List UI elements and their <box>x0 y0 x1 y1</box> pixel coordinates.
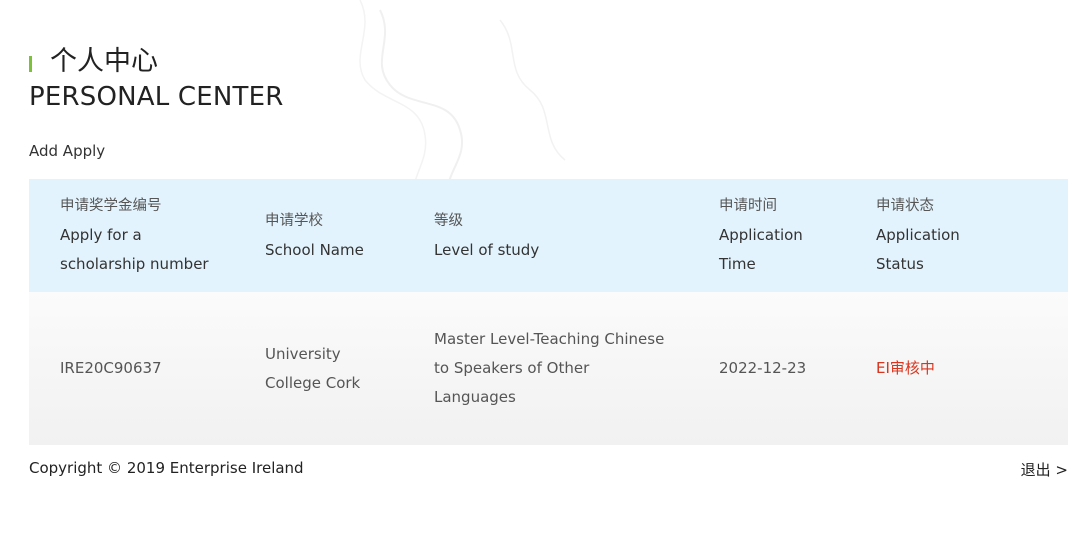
cell-status: EI审核中 <box>876 292 1026 445</box>
column-header-en: Time <box>719 255 756 273</box>
column-header-en: Level of study <box>434 240 540 259</box>
page-title-en: PERSONAL CENTER <box>29 82 284 112</box>
column-header-en: Application <box>876 226 960 244</box>
copyright-text: Copyright © 2019 Enterprise Ireland <box>29 459 304 477</box>
status-badge: EI审核中 <box>876 359 935 377</box>
level-line: to Speakers of Other <box>434 359 590 377</box>
personal-center-page: 个人中心 PERSONAL CENTER Add Apply 申请奖学金编号 A… <box>0 0 1080 546</box>
column-header-en: Apply for a <box>60 226 142 244</box>
scholarship-number: IRE20C90637 <box>60 359 162 377</box>
column-header-en: Status <box>876 255 924 273</box>
footer: Copyright © 2019 Enterprise Ireland 退出 > <box>29 459 1068 481</box>
level-line: Master Level-Teaching Chinese <box>434 330 665 348</box>
title-accent-bar <box>29 56 32 72</box>
page-title-block: 个人中心 PERSONAL CENTER <box>29 44 284 114</box>
cell-time: 2022-12-23 <box>719 292 859 445</box>
school-name-line: University <box>265 344 341 363</box>
column-header-cn: 申请奖学金编号 <box>60 198 162 214</box>
application-time: 2022-12-23 <box>719 359 807 377</box>
logout-link[interactable]: 退出 > <box>1021 459 1068 480</box>
page-title-row: 个人中心 <box>29 44 284 80</box>
column-header-cn: 等级 <box>434 212 463 229</box>
column-header-number: 申请奖学金编号 Apply for a scholarship number <box>60 179 260 292</box>
applications-table: 申请奖学金编号 Apply for a scholarship number 申… <box>29 179 1068 445</box>
table-row[interactable]: IRE20C90637 University College Cork Mast… <box>29 292 1068 445</box>
column-header-en: Application <box>719 226 803 244</box>
table-header: 申请奖学金编号 Apply for a scholarship number 申… <box>29 179 1068 292</box>
column-header-en: scholarship number <box>60 255 209 273</box>
column-header-en: School Name <box>265 240 364 259</box>
add-apply-link[interactable]: Add Apply <box>29 142 105 160</box>
column-header-time: 申请时间 Application Time <box>719 179 859 292</box>
column-header-school: 申请学校 School Name <box>265 179 425 292</box>
cell-school: University College Cork <box>265 292 425 445</box>
column-header-cn: 申请学校 <box>265 212 323 229</box>
level-line: Languages <box>434 388 516 406</box>
column-header-status: 申请状态 Application Status <box>876 179 1026 292</box>
cell-level: Master Level-Teaching Chinese to Speaker… <box>434 292 694 445</box>
column-header-level: 等级 Level of study <box>434 179 694 292</box>
page-title-cn: 个人中心 <box>50 46 158 77</box>
column-header-cn: 申请状态 <box>876 198 934 214</box>
column-header-cn: 申请时间 <box>719 198 777 214</box>
school-name-line: College Cork <box>265 373 361 392</box>
cell-number: IRE20C90637 <box>60 292 260 445</box>
